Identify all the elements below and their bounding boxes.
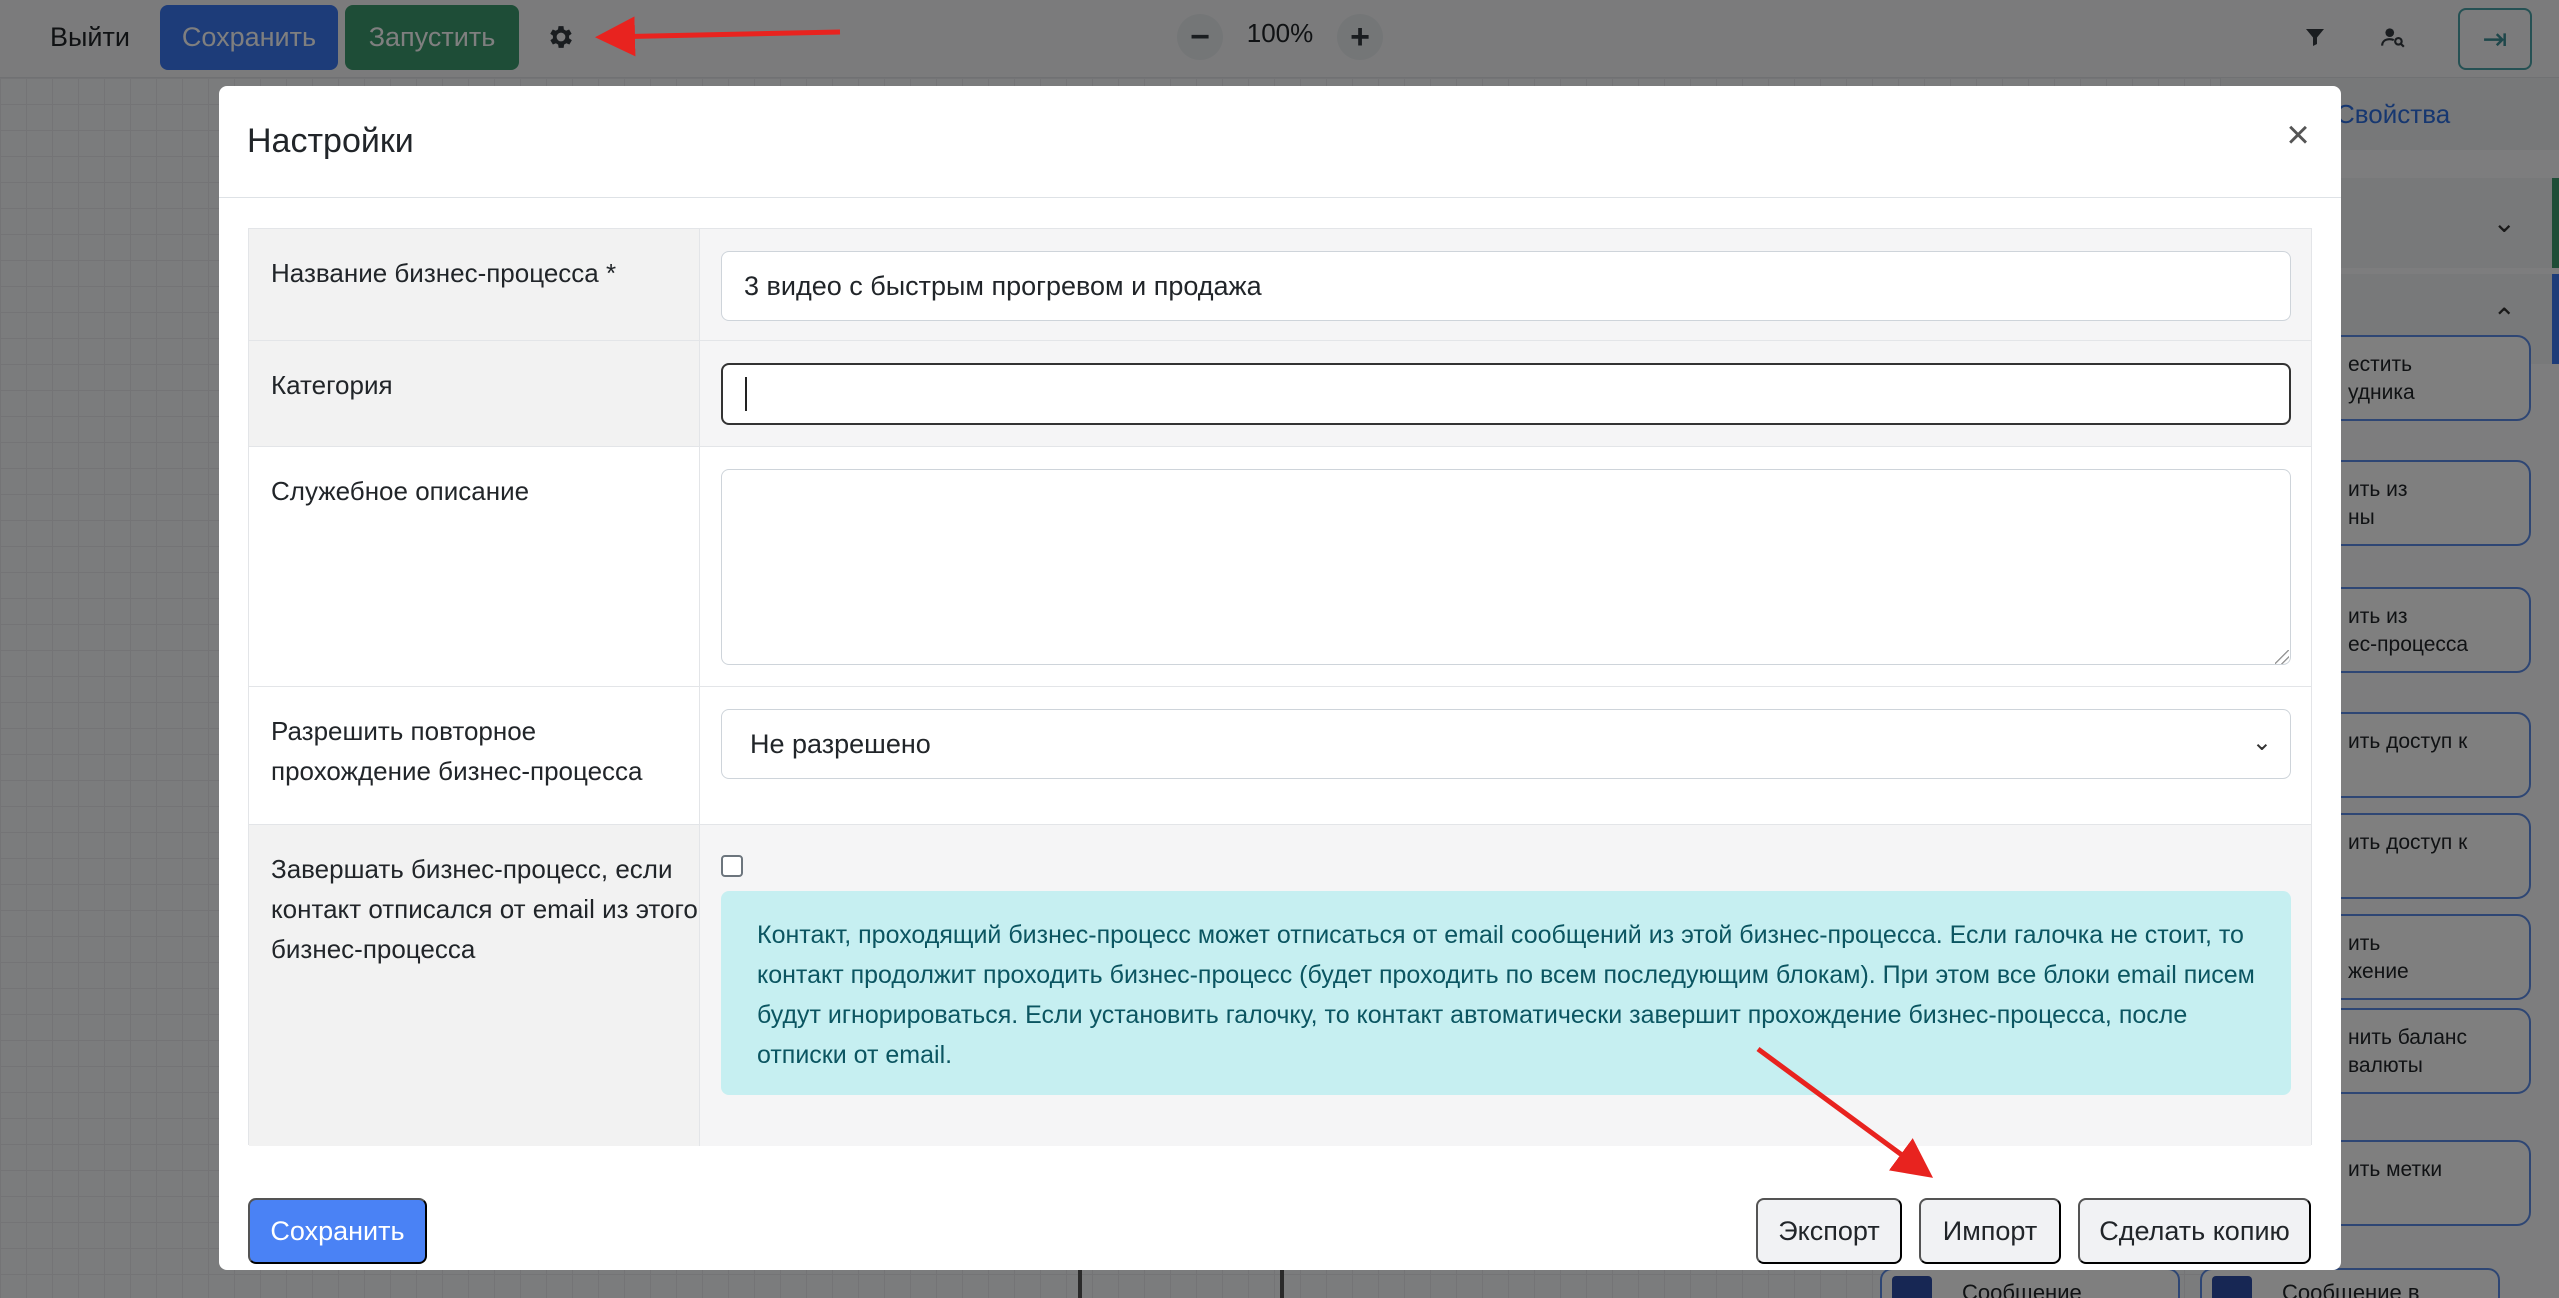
form-field-cell: Не разрешено ⌄	[700, 687, 2311, 824]
modal-title: Настройки	[247, 122, 414, 160]
category-input[interactable]	[721, 363, 2291, 425]
import-button[interactable]: Импорт	[1919, 1198, 2061, 1264]
chevron-down-icon: ⌄	[2251, 729, 2272, 756]
modal-save-button[interactable]: Сохранить	[248, 1198, 427, 1264]
form-row-name: Название бизнес-процесса * 3 видео с быс…	[249, 229, 2311, 341]
form-field-cell: 3 видео с быстрым прогревом и продажа	[700, 229, 2311, 340]
resize-handle[interactable]	[2275, 650, 2289, 664]
form-row-category: Категория	[249, 341, 2311, 447]
form-field-cell	[700, 341, 2311, 446]
export-button[interactable]: Экспорт	[1756, 1198, 1902, 1264]
repeat-label: Разрешить повторное прохождение бизнес-п…	[249, 687, 700, 824]
modal-header: Настройки ×	[219, 86, 2341, 198]
finish-on-unsubscribe-checkbox[interactable]	[721, 855, 743, 877]
description-textarea[interactable]	[721, 469, 2291, 665]
process-name-label: Название бизнес-процесса *	[249, 229, 700, 340]
form-row-finish: Завершать бизнес-процесс, если контакт о…	[249, 825, 2311, 1146]
modal-footer: Сохранить Экспорт Импорт Сделать копию	[219, 1168, 2341, 1270]
form-field-cell: Контакт, проходящий бизнес-процесс может…	[700, 825, 2311, 1146]
text-caret	[745, 377, 747, 411]
repeat-select[interactable]: Не разрешено ⌄	[721, 709, 2291, 779]
settings-form: Название бизнес-процесса * 3 видео с быс…	[248, 228, 2312, 1146]
repeat-select-value: Не разрешено	[750, 728, 931, 759]
form-field-cell	[700, 447, 2311, 686]
close-icon[interactable]: ×	[2275, 112, 2321, 158]
info-alert: Контакт, проходящий бизнес-процесс может…	[721, 891, 2291, 1095]
finish-on-unsubscribe-label: Завершать бизнес-процесс, если контакт о…	[249, 825, 700, 1146]
make-copy-button[interactable]: Сделать копию	[2078, 1198, 2311, 1264]
settings-modal: Настройки × Название бизнес-процесса * 3…	[219, 86, 2341, 1270]
description-label: Служебное описание	[249, 447, 700, 686]
process-name-input[interactable]: 3 видео с быстрым прогревом и продажа	[721, 251, 2291, 321]
category-label: Категория	[249, 341, 700, 446]
form-row-description: Служебное описание	[249, 447, 2311, 687]
form-row-repeat: Разрешить повторное прохождение бизнес-п…	[249, 687, 2311, 825]
